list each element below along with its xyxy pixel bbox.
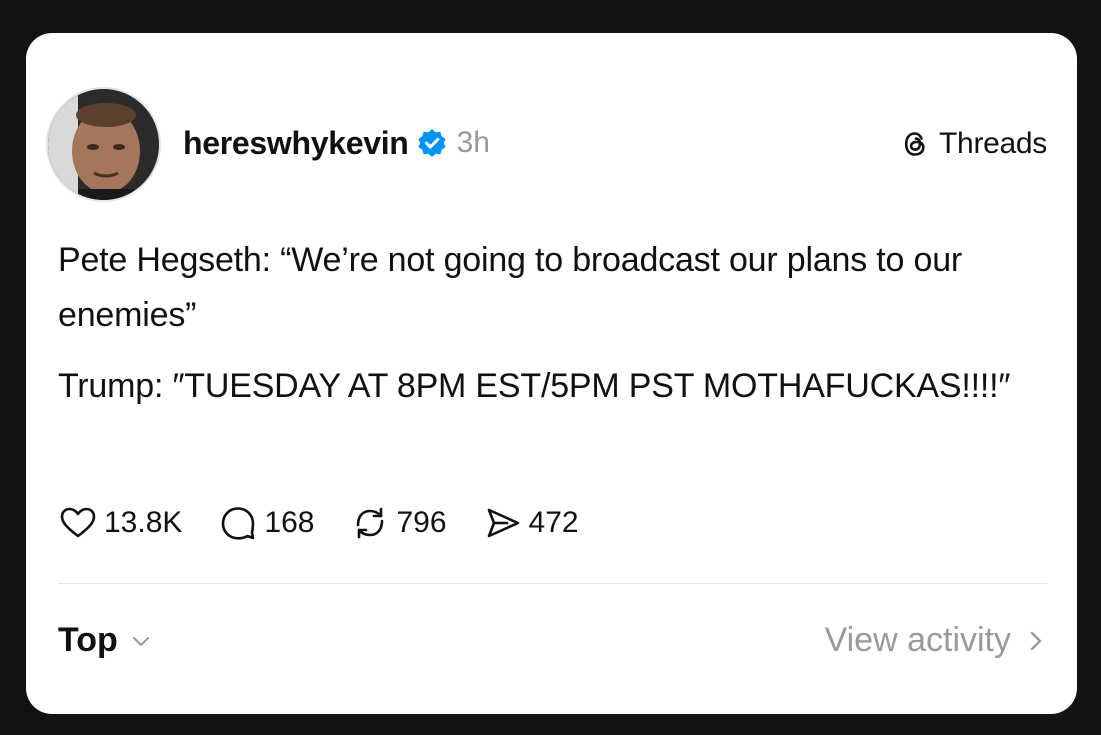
threads-brand[interactable]: Threads: [899, 126, 1047, 162]
post-body: Pete Hegseth: “We’re not going to broadc…: [58, 233, 1058, 414]
reply-button[interactable]: 168: [218, 503, 314, 543]
like-count: 13.8K: [104, 506, 183, 539]
sort-dropdown[interactable]: Top: [58, 621, 152, 660]
sort-label: Top: [58, 621, 118, 659]
repost-icon: [357, 507, 384, 539]
divider: [58, 583, 1047, 584]
action-bar: 13.8K 168 796 472: [58, 503, 615, 543]
chevron-right-icon: [1025, 626, 1047, 656]
post-card: hereswhykevin 3h Threads Pete Hegseth: “…: [26, 33, 1077, 714]
share-icon: [487, 508, 519, 538]
share-button[interactable]: 472: [483, 503, 579, 543]
post-header: hereswhykevin 3h: [183, 123, 490, 163]
chevron-down-icon: [130, 630, 152, 652]
like-button[interactable]: 13.8K: [58, 503, 182, 543]
view-activity-label: View activity: [824, 621, 1011, 659]
share-count: 472: [528, 506, 579, 539]
post-time: 3h: [456, 126, 490, 159]
reply-count: 168: [264, 506, 315, 539]
heart-icon: [60, 507, 96, 538]
username[interactable]: hereswhykevin: [183, 125, 409, 162]
repost-count: 796: [396, 506, 447, 539]
avatar[interactable]: [46, 87, 161, 202]
threads-label: Threads: [939, 127, 1047, 160]
view-activity-link[interactable]: View activity: [825, 621, 1047, 660]
comment-icon: [222, 507, 255, 540]
threads-logo-icon: [899, 128, 931, 160]
post-paragraph: Pete Hegseth: “We’re not going to broadc…: [58, 241, 963, 334]
verified-badge-icon: [417, 128, 447, 158]
repost-button[interactable]: 796: [350, 503, 447, 543]
post-paragraph: Trump: ″TUESDAY AT 8PM EST/5PM PST MOTHA…: [58, 367, 1011, 405]
